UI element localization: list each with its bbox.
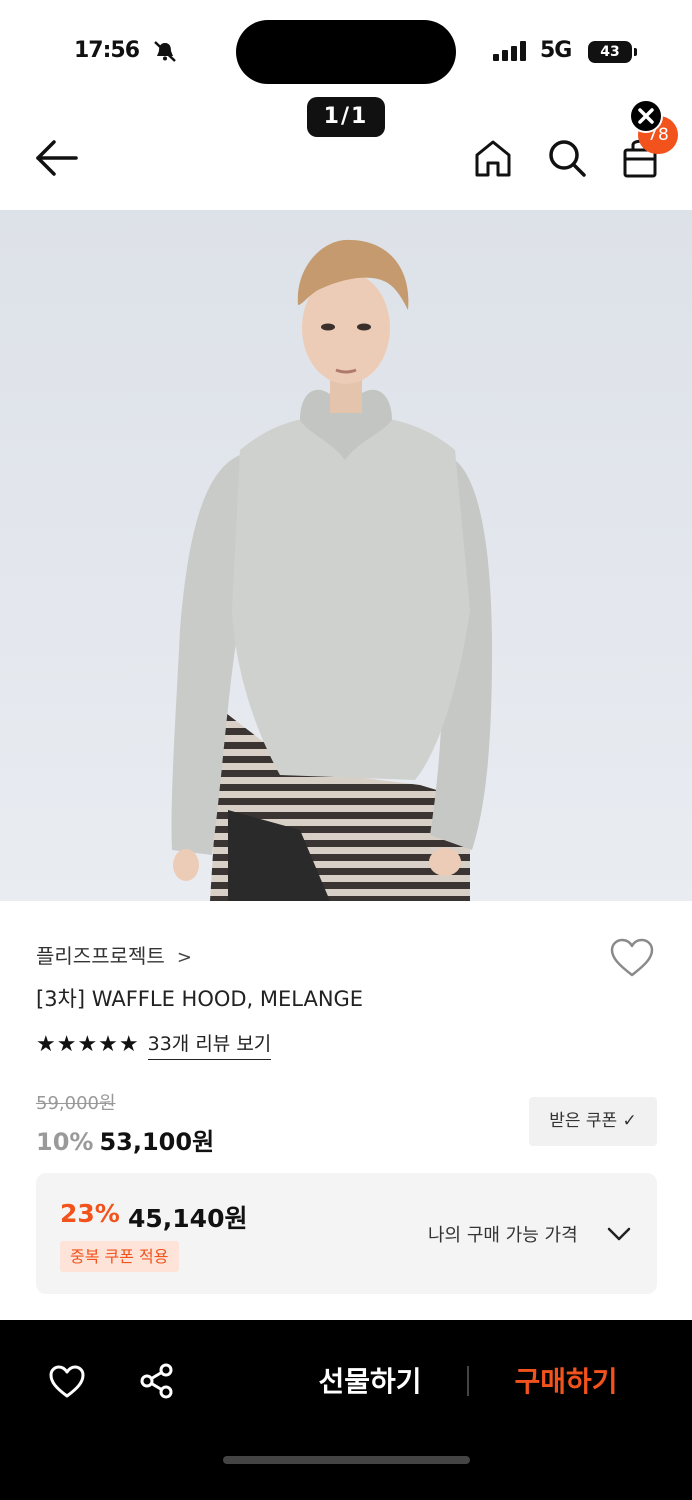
product-main-image[interactable] bbox=[0, 210, 692, 901]
bottom-action-bar: 선물하기 구매하기 bbox=[0, 1320, 692, 1500]
home-icon bbox=[475, 140, 511, 177]
gift-button[interactable]: 선물하기 bbox=[300, 1360, 440, 1404]
silent-bell-icon bbox=[152, 40, 178, 62]
chevron-down-icon bbox=[607, 1227, 631, 1241]
close-icon bbox=[638, 108, 654, 124]
chevron-right-icon: > bbox=[176, 947, 192, 968]
brand-name: 플리즈프로젝트 bbox=[36, 944, 165, 968]
search-button[interactable] bbox=[545, 136, 589, 180]
home-indicator[interactable] bbox=[223, 1456, 470, 1464]
close-overlay-button[interactable] bbox=[629, 99, 663, 133]
rating-stars: ★★★★★ bbox=[36, 1031, 140, 1057]
share-button[interactable] bbox=[138, 1362, 176, 1400]
my-price-toggle[interactable]: 나의 구매 가능 가격 bbox=[428, 1215, 632, 1253]
heart-icon bbox=[610, 938, 654, 977]
buy-button[interactable]: 구매하기 bbox=[496, 1360, 636, 1404]
back-button[interactable] bbox=[30, 136, 82, 180]
discount-rate: 10% bbox=[36, 1128, 94, 1156]
share-icon bbox=[140, 1363, 173, 1399]
search-icon bbox=[549, 140, 586, 177]
dynamic-island bbox=[236, 20, 456, 84]
price-row: 10% 53,100원 bbox=[36, 1122, 214, 1157]
duplicate-coupon-tag: 중복 쿠폰 적용 bbox=[60, 1241, 179, 1272]
review-link[interactable]: 33개 리뷰 보기 bbox=[147, 1029, 272, 1060]
signal-icon bbox=[493, 41, 531, 61]
wishlist-button[interactable] bbox=[609, 937, 655, 979]
top-nav bbox=[0, 110, 692, 210]
my-price-label: 나의 구매 가능 가격 bbox=[428, 1225, 578, 1246]
bottom-like-button[interactable] bbox=[48, 1364, 86, 1400]
battery-icon: 43 bbox=[588, 41, 637, 63]
product-title: [3차] WAFFLE HOOD, MELANGE bbox=[36, 987, 364, 1011]
received-coupon-button[interactable]: 받은 쿠폰 ✓ bbox=[529, 1097, 657, 1146]
status-time: 17:56 bbox=[74, 38, 140, 63]
back-arrow-icon bbox=[36, 140, 78, 176]
benefit-price: 45,140원 bbox=[128, 1204, 248, 1233]
status-bar: 17:56 5G 43 bbox=[0, 0, 692, 100]
heart-icon bbox=[49, 1365, 85, 1398]
brand-link[interactable]: 플리즈프로젝트 > bbox=[36, 940, 192, 969]
home-button[interactable] bbox=[472, 136, 514, 180]
network-type: 5G bbox=[540, 38, 572, 63]
sale-price: 53,100원 bbox=[99, 1128, 215, 1156]
bottom-divider bbox=[467, 1366, 469, 1396]
model-photo bbox=[171, 239, 492, 901]
my-price-box[interactable]: 23% 45,140원 중복 쿠폰 적용 나의 구매 가능 가격 bbox=[36, 1173, 657, 1294]
benefit-discount-rate: 23% bbox=[60, 1199, 120, 1228]
original-price: 59,000원 bbox=[36, 1093, 116, 1114]
rating-row: ★★★★★ 33개 리뷰 보기 bbox=[36, 1029, 272, 1060]
